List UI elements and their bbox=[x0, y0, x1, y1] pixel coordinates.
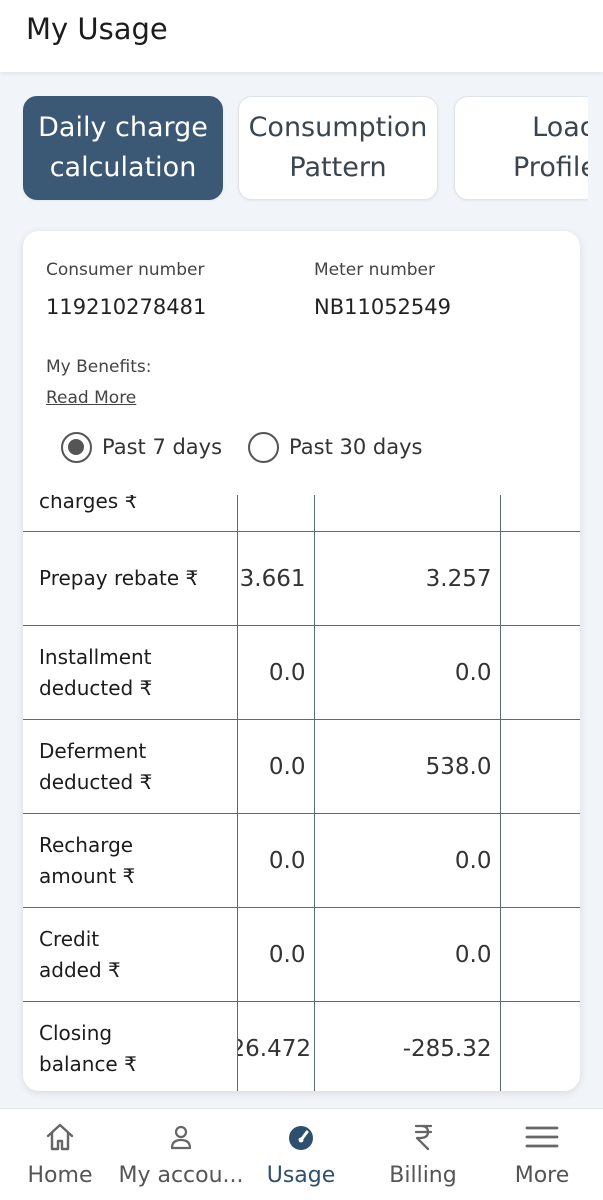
row-value-3 bbox=[500, 719, 580, 814]
meter-number-label: Meter number bbox=[314, 260, 435, 280]
row-label: Closing balance ₹ bbox=[23, 1001, 238, 1091]
row-value-2: 0.0 bbox=[314, 625, 501, 720]
rupee-icon bbox=[407, 1121, 439, 1157]
row-value-2: 0.0 bbox=[314, 907, 501, 1002]
meter-number-value: NB11052549 bbox=[314, 295, 452, 319]
table-row: charges ₹ bbox=[23, 495, 580, 532]
nav-my-account[interactable]: My accou... bbox=[116, 1109, 246, 1200]
nav-usage-label: Usage bbox=[266, 1163, 336, 1188]
row-label: Recharge amount ₹ bbox=[23, 813, 238, 908]
read-more-link[interactable]: Read More bbox=[46, 388, 136, 408]
benefits-label: My Benefits: bbox=[46, 357, 152, 377]
nav-more[interactable]: More bbox=[500, 1109, 584, 1200]
nav-my-account-label: My accou... bbox=[118, 1163, 244, 1188]
tab-load-profile[interactable]: Load Profile bbox=[454, 96, 588, 200]
row-label: Deferment deducted ₹ bbox=[23, 719, 238, 814]
tab-bar: Daily charge calculation Consumption Pat… bbox=[0, 96, 588, 202]
past-30-days-label: Past 30 days bbox=[289, 435, 423, 459]
consumer-number-label: Consumer number bbox=[46, 260, 205, 280]
past-30-days-radio[interactable] bbox=[248, 431, 280, 463]
app-bar: My Usage bbox=[0, 0, 603, 72]
row-value-2: 538.0 bbox=[314, 719, 501, 814]
consumer-number-value: 119210278481 bbox=[46, 295, 207, 319]
row-value-1 bbox=[237, 495, 315, 532]
table-row: Installment deducted ₹ 0.0 0.0 bbox=[23, 625, 580, 720]
nav-more-label: More bbox=[514, 1163, 570, 1188]
table-row: Closing balance ₹ 26.472 -285.32 bbox=[23, 1001, 580, 1091]
table-row: Credit added ₹ 0.0 0.0 bbox=[23, 907, 580, 1002]
menu-icon bbox=[525, 1121, 559, 1157]
nav-home[interactable]: Home bbox=[20, 1109, 100, 1200]
nav-billing[interactable]: Billing bbox=[378, 1109, 468, 1200]
gauge-icon bbox=[285, 1121, 317, 1157]
row-value-3 bbox=[500, 531, 580, 626]
tab-consumption-pattern[interactable]: Consumption Pattern bbox=[238, 96, 438, 200]
row-value-3 bbox=[500, 625, 580, 720]
row-value-1: 26.472 bbox=[237, 1001, 315, 1091]
row-value-1: 3.661 bbox=[237, 531, 315, 626]
nav-home-label: Home bbox=[27, 1163, 93, 1188]
nav-billing-label: Billing bbox=[389, 1163, 457, 1188]
row-label: Prepay rebate ₹ bbox=[23, 531, 238, 626]
row-value-2: 0.0 bbox=[314, 813, 501, 908]
tab-daily-charge-calculation[interactable]: Daily charge calculation bbox=[23, 96, 223, 200]
charge-table-grid: charges ₹ Prepay rebate ₹ 3.661 3.257 In… bbox=[23, 495, 580, 1091]
row-value-1: 0.0 bbox=[237, 813, 315, 908]
usage-card: Consumer number 119210278481 Meter numbe… bbox=[23, 231, 580, 1091]
row-value-2: 3.257 bbox=[314, 531, 501, 626]
table-row: Deferment deducted ₹ 0.0 538.0 bbox=[23, 719, 580, 814]
row-value-1: 0.0 bbox=[237, 719, 315, 814]
bottom-navigation: Home My accou... Usage Billing More bbox=[0, 1108, 603, 1200]
row-value-2: -285.32 bbox=[314, 1001, 501, 1091]
row-value-3 bbox=[500, 813, 580, 908]
row-value-2 bbox=[314, 495, 501, 532]
charge-table[interactable]: charges ₹ Prepay rebate ₹ 3.661 3.257 In… bbox=[23, 495, 580, 1091]
table-row: Prepay rebate ₹ 3.661 3.257 bbox=[23, 531, 580, 626]
row-value-3 bbox=[500, 907, 580, 1002]
row-label: charges ₹ bbox=[23, 495, 238, 532]
row-value-1: 0.0 bbox=[237, 625, 315, 720]
nav-usage[interactable]: Usage bbox=[256, 1109, 346, 1200]
date-range-selector: Past 7 days Past 30 days bbox=[61, 427, 448, 467]
page-title: My Usage bbox=[26, 12, 168, 46]
row-value-3 bbox=[500, 495, 580, 532]
past-7-days-radio[interactable] bbox=[61, 431, 92, 463]
row-value-1: 0.0 bbox=[237, 907, 315, 1002]
row-label: Installment deducted ₹ bbox=[23, 625, 238, 720]
account-icon bbox=[165, 1121, 197, 1157]
row-label: Credit added ₹ bbox=[23, 907, 238, 1002]
past-7-days-label: Past 7 days bbox=[102, 435, 223, 459]
table-row: Recharge amount ₹ 0.0 0.0 bbox=[23, 813, 580, 908]
home-icon bbox=[44, 1121, 76, 1157]
row-value-3 bbox=[500, 1001, 580, 1091]
